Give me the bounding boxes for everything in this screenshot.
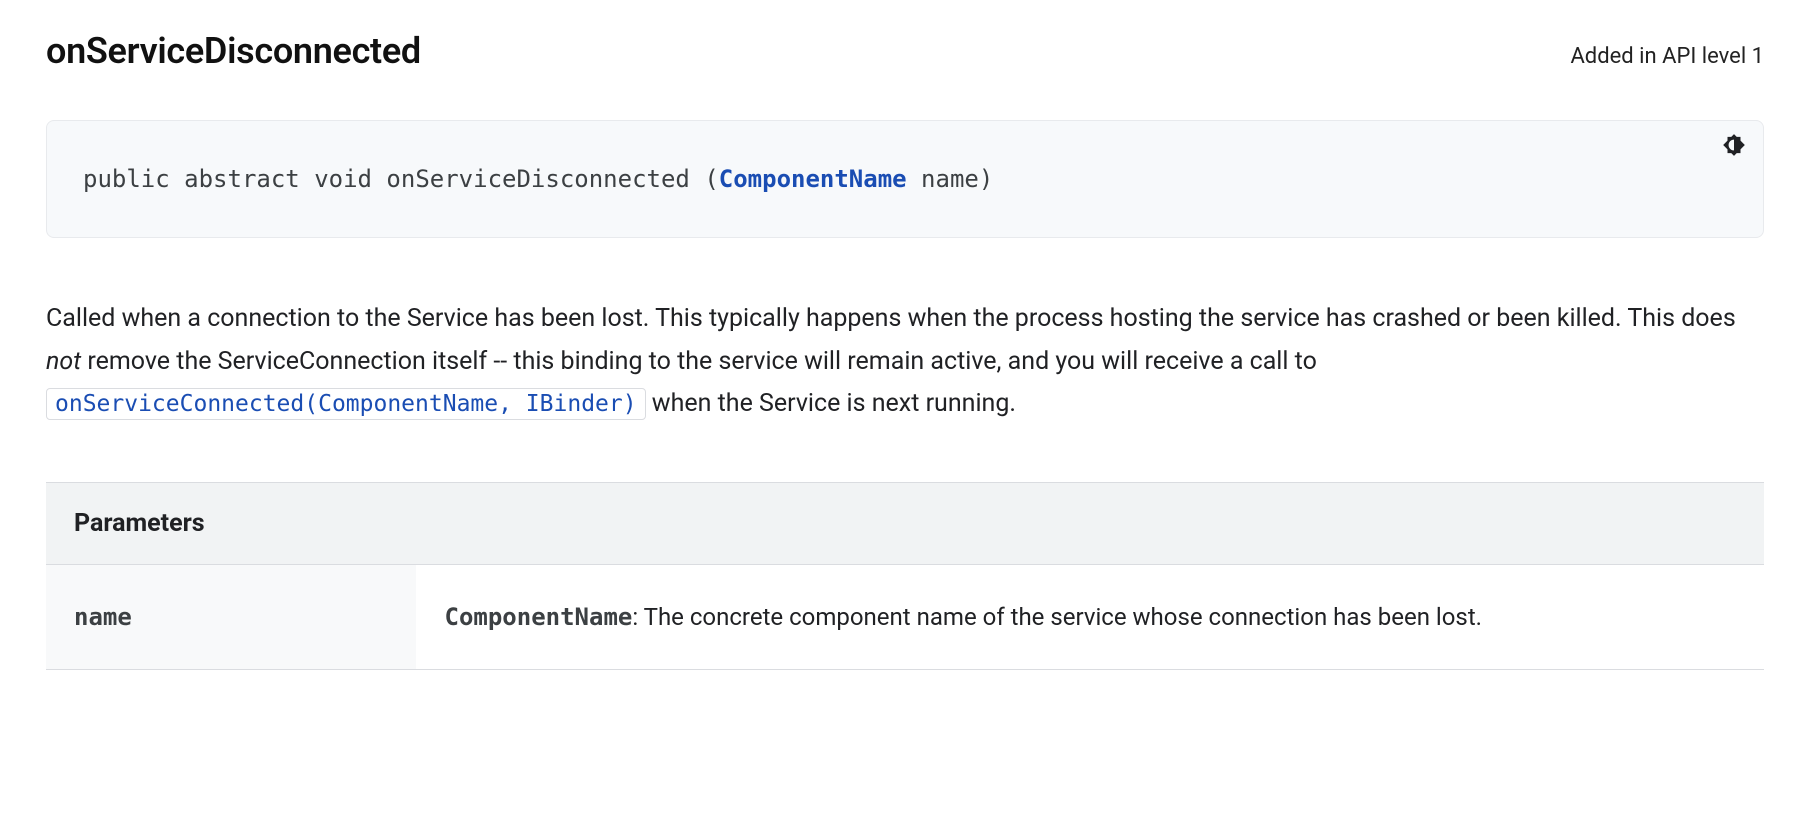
description-text-post: when the Service is next running. bbox=[646, 389, 1016, 418]
table-row: name ComponentName: The concrete compone… bbox=[46, 564, 1764, 669]
parameters-heading: Parameters bbox=[46, 482, 1764, 564]
param-desc-cell: ComponentName: The concrete component na… bbox=[416, 564, 1764, 669]
param-type: ComponentName bbox=[445, 603, 633, 631]
inline-code-link-onserviceconnected[interactable]: onServiceConnected(ComponentName, IBinde… bbox=[46, 388, 646, 420]
description-text-mid: remove the ServiceConnection itself -- t… bbox=[81, 347, 1317, 376]
theme-toggle-button[interactable] bbox=[1718, 130, 1750, 162]
description-text-pre: Called when a connection to the Service … bbox=[46, 304, 1736, 333]
param-name: name bbox=[46, 564, 416, 669]
code-signature-block: public abstract void onServiceDisconnect… bbox=[46, 120, 1764, 238]
type-link-componentname[interactable]: ComponentName bbox=[719, 165, 907, 193]
brightness-icon bbox=[1721, 132, 1747, 161]
description-emph-not: not bbox=[46, 347, 81, 376]
method-title: onServiceDisconnected bbox=[46, 30, 421, 72]
api-level-label: Added in API level 1 bbox=[1570, 44, 1764, 69]
param-desc: : The concrete component name of the ser… bbox=[632, 603, 1482, 631]
signature-suffix: name) bbox=[907, 165, 994, 193]
signature-prefix: public abstract void onServiceDisconnect… bbox=[83, 165, 719, 193]
method-description: Called when a connection to the Service … bbox=[46, 298, 1764, 426]
parameters-table: Parameters name ComponentName: The concr… bbox=[46, 482, 1764, 670]
